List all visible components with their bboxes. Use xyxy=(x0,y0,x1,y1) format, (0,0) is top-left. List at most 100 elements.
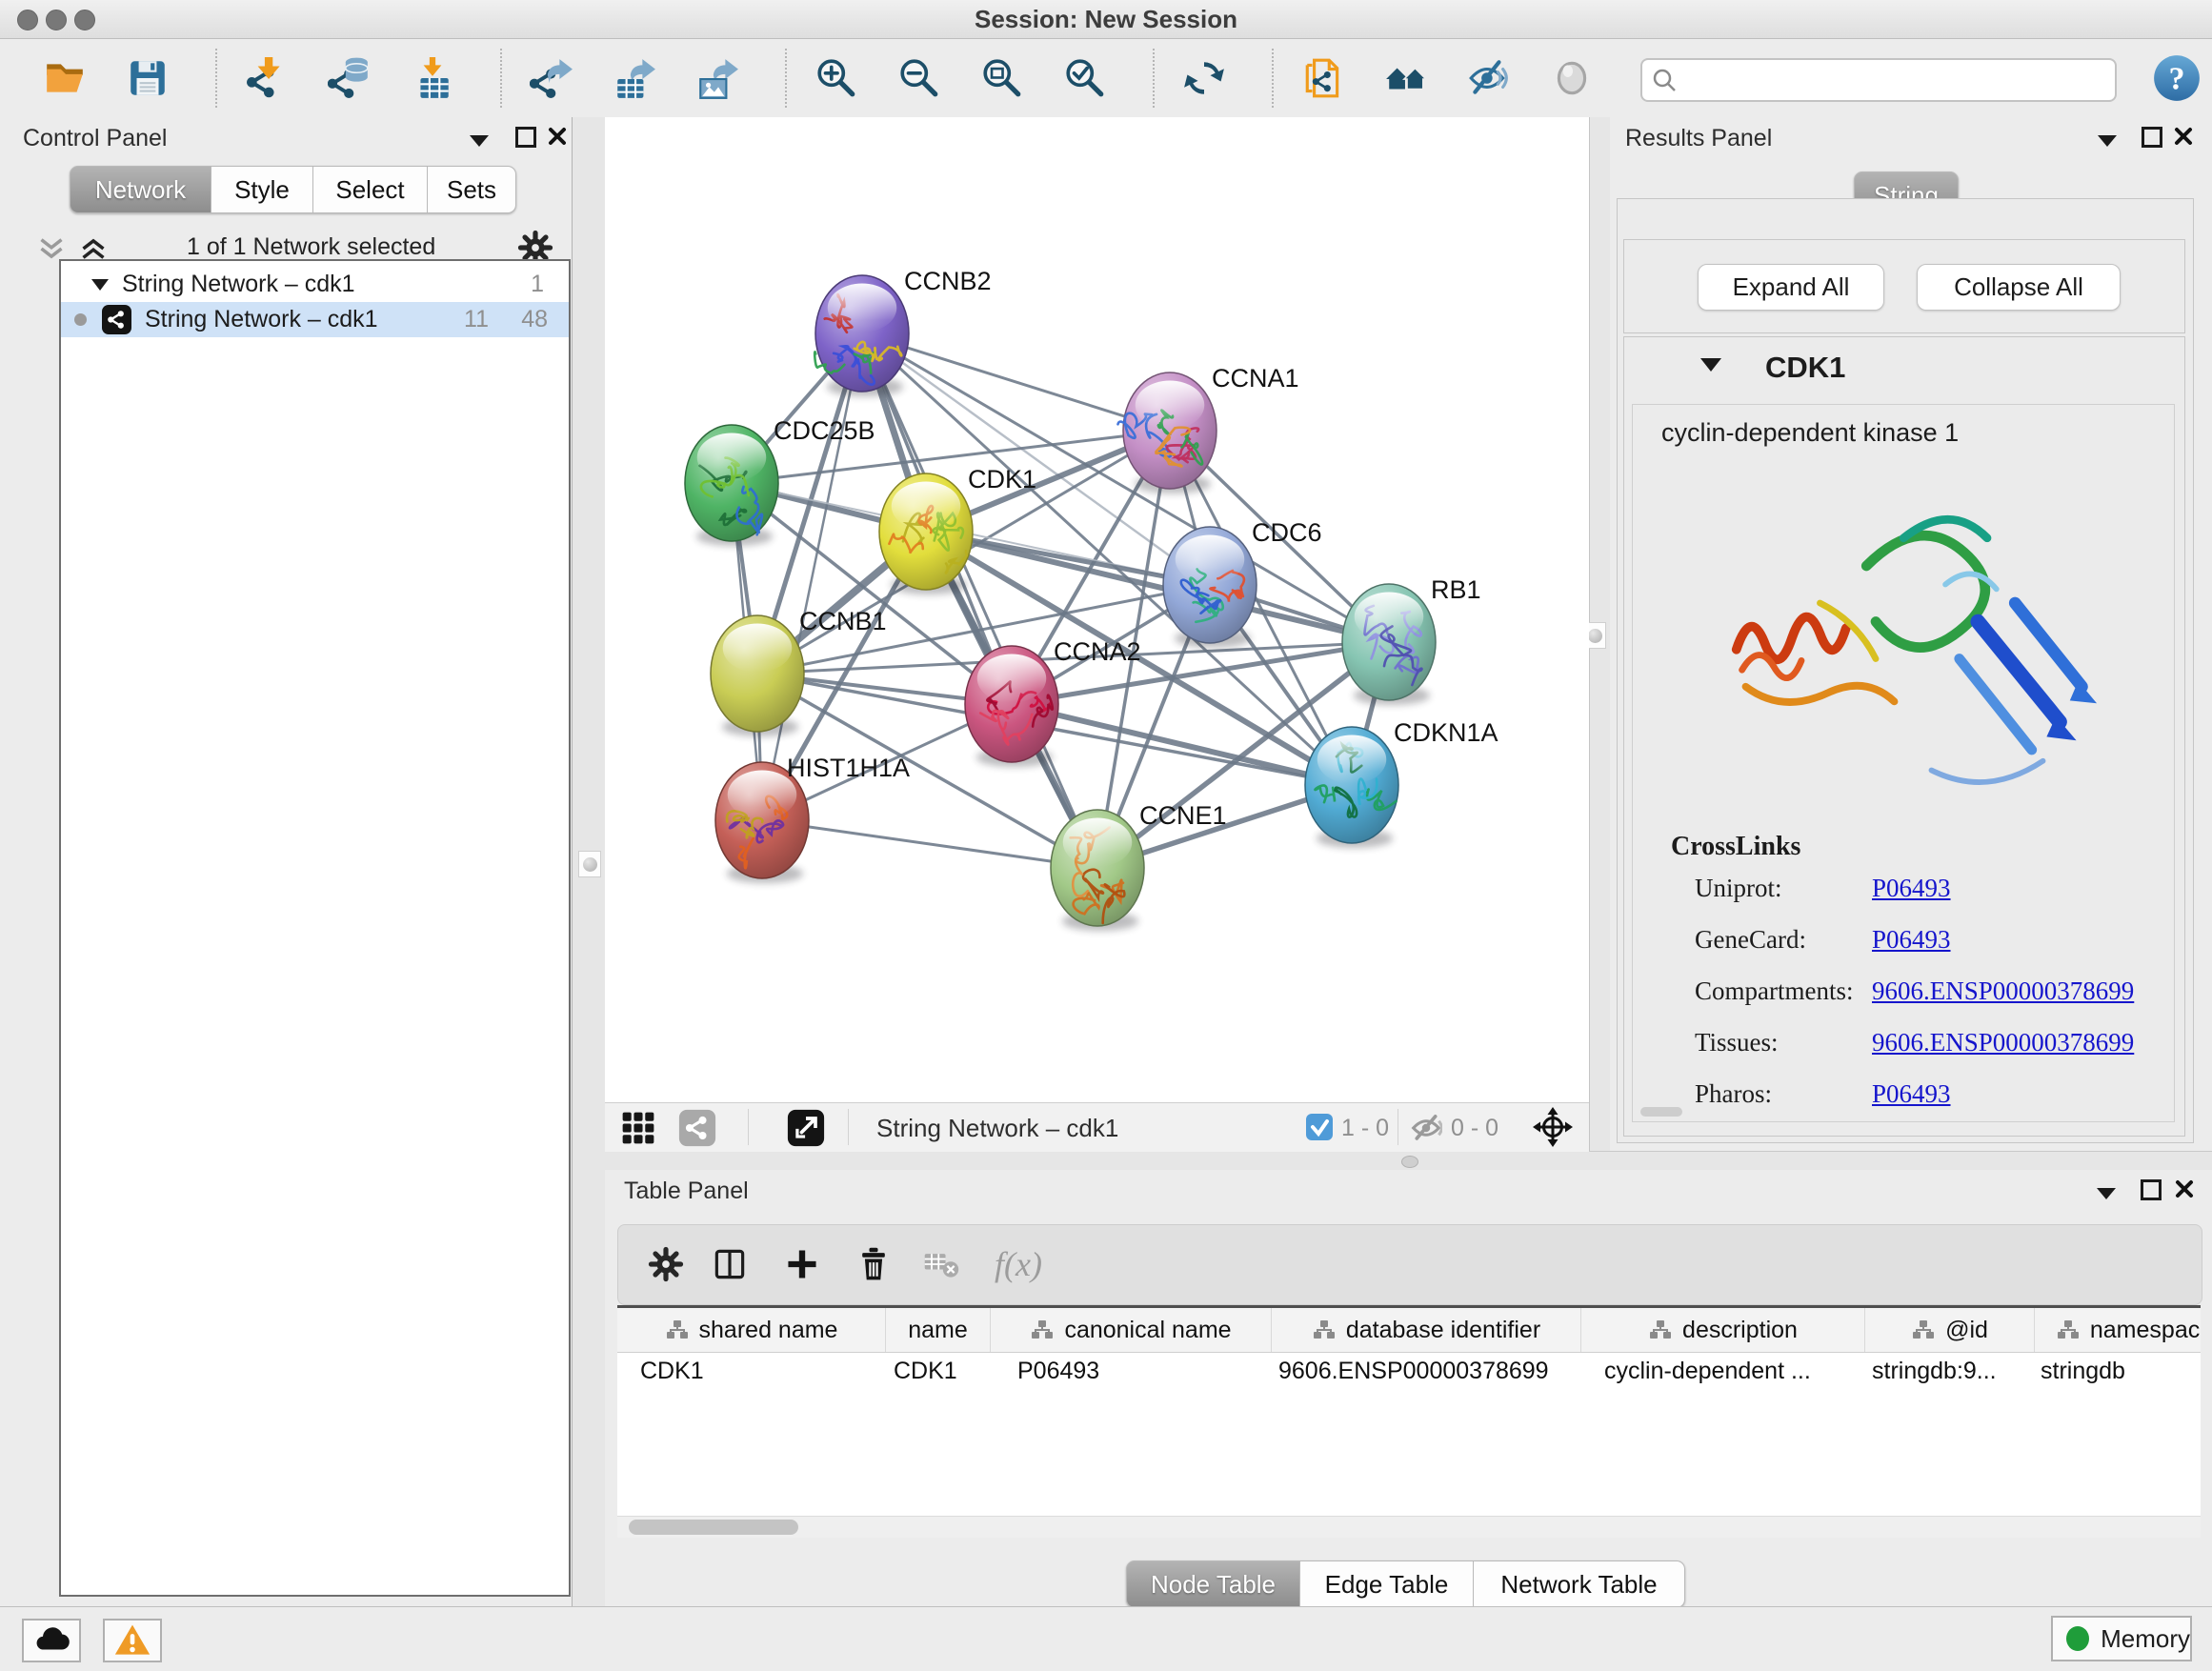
network-collection-row[interactable]: String Network – cdk1 1 xyxy=(61,267,569,302)
zoom-selected-region-button[interactable] xyxy=(1060,53,1110,103)
node-CCNB1[interactable]: CCNB1 xyxy=(711,607,887,736)
right-splitter[interactable] xyxy=(1589,117,1612,1151)
table-splitter[interactable] xyxy=(605,1151,2212,1172)
maximize-panel-icon[interactable] xyxy=(2141,1179,2162,1200)
crosslink-value-link[interactable]: P06493 xyxy=(1872,1079,1951,1108)
tab-sets[interactable]: Sets xyxy=(428,166,516,213)
apply-preferred-layout-button[interactable] xyxy=(1179,53,1229,103)
center-view-crosshair-icon[interactable] xyxy=(1532,1106,1574,1153)
collection-expander-icon[interactable] xyxy=(91,279,109,291)
expand-all-button[interactable]: Expand All xyxy=(1698,264,1884,311)
maximize-panel-icon[interactable] xyxy=(2142,127,2162,148)
import-table-from-file-button[interactable] xyxy=(408,53,457,103)
export-table-button[interactable] xyxy=(610,53,659,103)
table-cell[interactable]: 9606.ENSP00000378699 xyxy=(1272,1358,1581,1385)
grid-view-icon[interactable] xyxy=(619,1109,657,1152)
tab-network-table[interactable]: Network Table xyxy=(1474,1560,1685,1608)
edge-HIST1H1A-CCNE1[interactable] xyxy=(762,820,1097,868)
edge-CCNB2-HIST1H1A[interactable] xyxy=(762,333,862,820)
add-column-button[interactable] xyxy=(779,1241,825,1287)
crosslink-value-link[interactable]: P06493 xyxy=(1872,874,1951,902)
search-input[interactable] xyxy=(1684,62,2107,96)
node-CDK1[interactable]: CDK1 xyxy=(879,465,1036,594)
maximize-panel-icon[interactable] xyxy=(515,127,536,148)
column-label: shared name xyxy=(699,1317,838,1344)
left-splitter[interactable] xyxy=(573,117,606,1606)
cloud-status-button[interactable] xyxy=(22,1619,81,1662)
save-session-button[interactable] xyxy=(123,53,172,103)
export-image-button[interactable] xyxy=(693,53,742,103)
crosslink-value-link[interactable]: 9606.ENSP00000378699 xyxy=(1872,976,2134,1005)
table-cell[interactable]: stringdb:9... xyxy=(1865,1358,2035,1385)
tab-edge-table[interactable]: Edge Table xyxy=(1300,1560,1474,1608)
show-columns-button[interactable] xyxy=(707,1241,753,1287)
left-splitter-handle[interactable] xyxy=(578,851,601,877)
tab-style[interactable]: Style xyxy=(211,166,313,213)
selected-checkbox-icon[interactable] xyxy=(1305,1113,1334,1146)
edge-CCNB2-CCNE1[interactable] xyxy=(862,333,1097,868)
node-label-HIST1H1A: HIST1H1A xyxy=(787,754,910,782)
column-header-database-identifier[interactable]: database identifier xyxy=(1272,1308,1581,1352)
tab-node-table[interactable]: Node Table xyxy=(1126,1560,1300,1608)
zoom-in-button[interactable] xyxy=(812,53,861,103)
export-network-button[interactable] xyxy=(527,53,576,103)
node-CCNA2[interactable]: CCNA2 xyxy=(965,637,1141,767)
network-canvas[interactable]: CCNB2 CCNA1 CDC25B CDK1 CDC6 R xyxy=(605,117,1589,1102)
help-button[interactable]: ? xyxy=(2153,54,2201,102)
memory-button[interactable]: Memory xyxy=(2051,1616,2192,1661)
table-settings-button[interactable] xyxy=(643,1241,689,1287)
detach-view-icon[interactable] xyxy=(787,1109,825,1152)
node-CCNA1[interactable]: CCNA1 xyxy=(1118,364,1299,493)
table-cell[interactable]: CDK1 xyxy=(886,1358,991,1385)
hide-selected-button[interactable] xyxy=(1464,53,1514,103)
zoom-fit-content-button[interactable] xyxy=(977,53,1027,103)
network-from-selection-button[interactable] xyxy=(1298,53,1348,103)
import-network-from-database-button[interactable] xyxy=(325,53,374,103)
column-header-description[interactable]: description xyxy=(1581,1308,1865,1352)
column-header-name[interactable]: name xyxy=(886,1308,991,1352)
delete-columns-button[interactable] xyxy=(851,1241,896,1287)
table-hscrollbar[interactable] xyxy=(617,1516,2201,1538)
close-panel-icon[interactable] xyxy=(548,127,567,151)
float-panel-icon[interactable] xyxy=(2097,1187,2116,1204)
table-cell[interactable]: CDK1 xyxy=(617,1358,886,1385)
crosslink-value-link[interactable]: P06493 xyxy=(1872,925,1951,954)
collapse-entry-icon[interactable] xyxy=(1700,358,1721,376)
table-splitter-handle[interactable] xyxy=(1401,1156,1418,1168)
float-panel-icon[interactable] xyxy=(2098,134,2117,151)
float-panel-icon[interactable] xyxy=(470,134,489,151)
edge-CCNB2-CCNA1[interactable] xyxy=(862,333,1170,431)
show-all-nodes-and-edges-button[interactable] xyxy=(1547,53,1597,103)
close-panel-icon[interactable] xyxy=(2174,127,2193,151)
column-header-namespace[interactable]: namespace xyxy=(2035,1308,2201,1352)
node-CDKN1A[interactable]: CDKN1A xyxy=(1305,718,1498,848)
table-cell[interactable]: P06493 xyxy=(991,1358,1272,1385)
first-neighbors-of-selected-nodes-button[interactable] xyxy=(1381,53,1431,103)
table-cell[interactable]: cyclin-dependent ... xyxy=(1581,1358,1865,1385)
string-network-icon xyxy=(102,305,131,334)
node-HIST1H1A[interactable]: HIST1H1A xyxy=(715,754,910,883)
column-header--id[interactable]: @id xyxy=(1865,1308,2035,1352)
crosslink-value-link[interactable]: 9606.ENSP00000378699 xyxy=(1872,1028,2134,1057)
tab-select[interactable]: Select xyxy=(313,166,428,213)
results-hscroll-thumb[interactable] xyxy=(1640,1107,1682,1117)
open-session-button[interactable] xyxy=(40,53,90,103)
zoom-out-button[interactable] xyxy=(895,53,944,103)
table-cell[interactable]: stringdb xyxy=(2035,1358,2201,1385)
warnings-button[interactable] xyxy=(103,1619,162,1662)
close-panel-icon[interactable] xyxy=(2175,1179,2194,1203)
status-bar: Memory xyxy=(0,1606,2212,1671)
view-title: String Network – cdk1 xyxy=(876,1114,1118,1143)
tab-network[interactable]: Network xyxy=(70,166,211,213)
import-network-from-file-button[interactable] xyxy=(242,53,292,103)
node-RB1[interactable]: RB1 xyxy=(1342,575,1481,705)
node-CDC25B[interactable]: CDC25B xyxy=(685,416,875,546)
table-hscroll-thumb[interactable] xyxy=(629,1520,798,1535)
column-header-canonical-name[interactable]: canonical name xyxy=(991,1308,1272,1352)
network-row-selected[interactable]: String Network – cdk1 11 48 xyxy=(61,302,569,337)
collapse-all-button[interactable]: Collapse All xyxy=(1917,264,2121,311)
node-CCNB2[interactable]: CCNB2 xyxy=(814,267,991,396)
node-CCNE1[interactable]: CCNE1 xyxy=(1051,801,1227,931)
network-overview-icon[interactable] xyxy=(678,1109,716,1152)
column-header-shared-name[interactable]: shared name xyxy=(617,1308,886,1352)
